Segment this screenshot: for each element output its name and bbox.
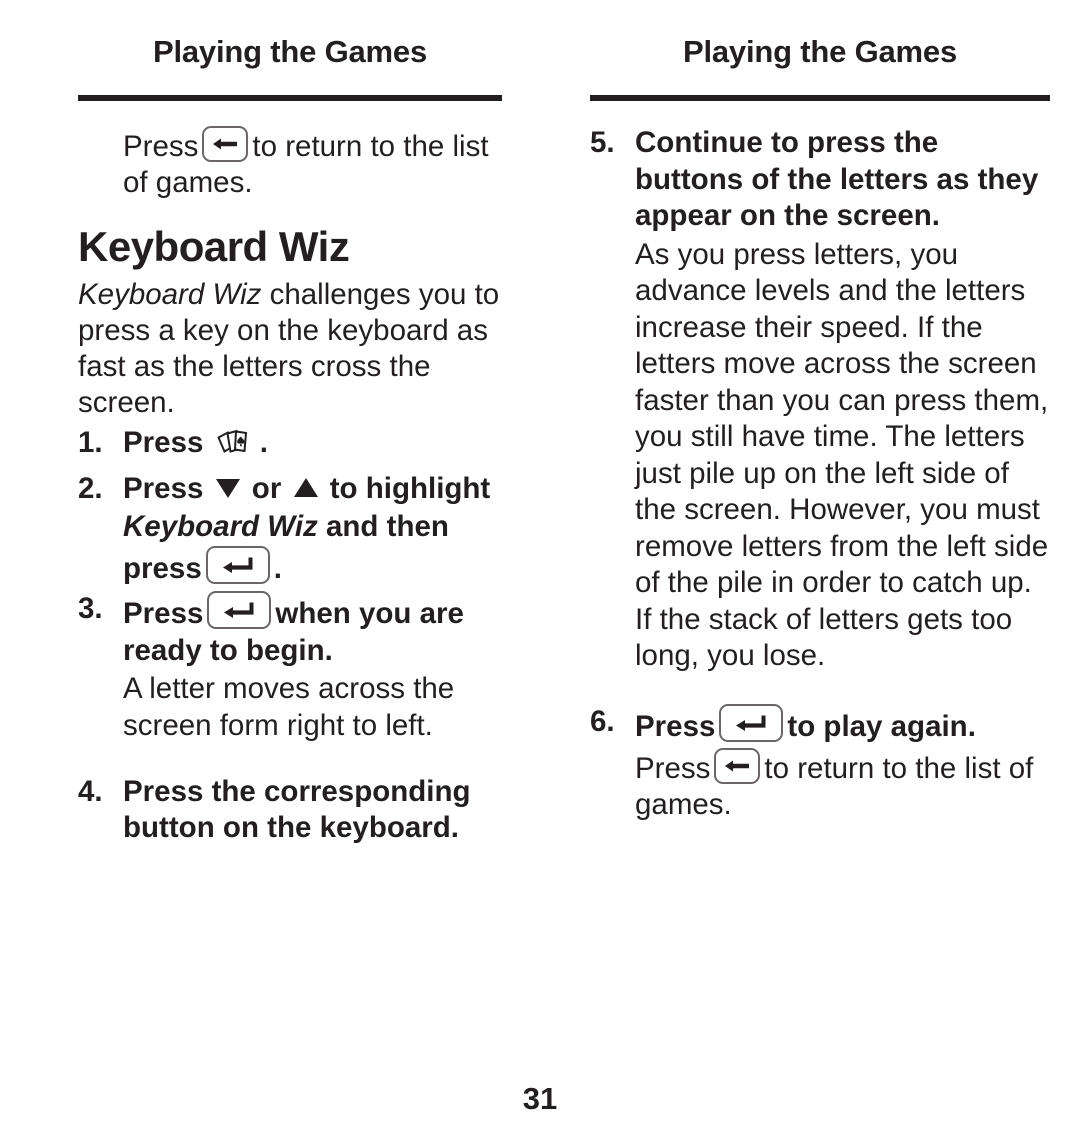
step-1: 1. Press .: [78, 425, 502, 467]
step-3-number: 3.: [78, 592, 103, 625]
running-header-left: Playing the Games: [153, 34, 427, 69]
two-column-layout: Playing the Games Press to return to the…: [0, 0, 1080, 847]
closing-text-before: Press: [635, 751, 711, 785]
step-1-text-before: Press: [123, 426, 204, 459]
step-5: 5. Continue to press the buttons of the …: [590, 125, 1050, 235]
right-column: Playing the Games 5. Continue to press t…: [540, 0, 1080, 847]
step-2-game-name: Keyboard Wiz: [123, 510, 318, 543]
step-1-text-after: .: [259, 426, 268, 459]
section-intro-paragraph: Keyboard Wiz challenges you to press a k…: [78, 277, 502, 421]
section-title: Keyboard Wiz: [78, 223, 350, 270]
steps-list-left: 1. Press . 2. Press or to highlight Keyb…: [78, 425, 502, 847]
intro-text-before: Press: [123, 130, 199, 163]
step-6-text-before: Press: [635, 710, 716, 743]
step-6-text-after: to play again.: [787, 710, 976, 743]
closing-paragraph: Press to return to the list of games.: [590, 747, 1050, 824]
step-2-text-middle: or: [251, 471, 282, 505]
step-2-text-after: to highlight: [329, 471, 491, 505]
step-2-text-before: Press: [123, 471, 204, 505]
step-3-sub-paragraph: A letter moves across the screen form ri…: [123, 672, 455, 742]
header-rule-right: [590, 95, 1050, 101]
step-4: 4. Press the corresponding button on the…: [78, 774, 502, 847]
step-4-text: Press the corresponding button on the ke…: [123, 774, 471, 845]
up-triangle-icon: [293, 473, 319, 510]
header-rule-left: [78, 95, 502, 101]
step-5-sub-paragraph: As you press letters, you advance levels…: [635, 237, 1049, 673]
enter-key: [207, 591, 272, 629]
enter-key: [205, 545, 270, 584]
enter-key: [719, 704, 784, 742]
left-column: Playing the Games Press to return to the…: [0, 0, 540, 847]
down-triangle-icon: [215, 473, 241, 510]
step-3: 3. Press when you are ready to begin.: [78, 591, 502, 669]
step-6: 6. Press to play again.: [590, 704, 1050, 746]
step-2-number: 2.: [78, 471, 103, 505]
step-6-number: 6.: [590, 705, 615, 738]
intro-paragraph-left: Press to return to the list of games.: [78, 126, 502, 201]
back-arrow-key: [714, 747, 761, 784]
step-5-number: 5.: [590, 126, 615, 159]
running-header-right: Playing the Games: [683, 34, 957, 69]
step-1-number: 1.: [78, 426, 103, 459]
step-3-text-before: Press: [123, 597, 204, 630]
playing-cards-icon: [215, 427, 249, 467]
step-5-text: Continue to press the buttons of the let…: [635, 126, 1039, 232]
step-2: 2. Press or to highlight Keyboard Wiz an…: [78, 471, 502, 588]
step-2-line2-end: .: [273, 551, 282, 585]
manual-page: Playing the Games Press to return to the…: [0, 0, 1080, 1148]
section-intro-italic-lead: Keyboard Wiz: [78, 278, 262, 311]
back-arrow-key: [202, 126, 249, 162]
steps-list-right: 5. Continue to press the buttons of the …: [590, 125, 1050, 746]
page-number: 31: [522, 1081, 558, 1116]
step-4-number: 4.: [78, 774, 103, 808]
